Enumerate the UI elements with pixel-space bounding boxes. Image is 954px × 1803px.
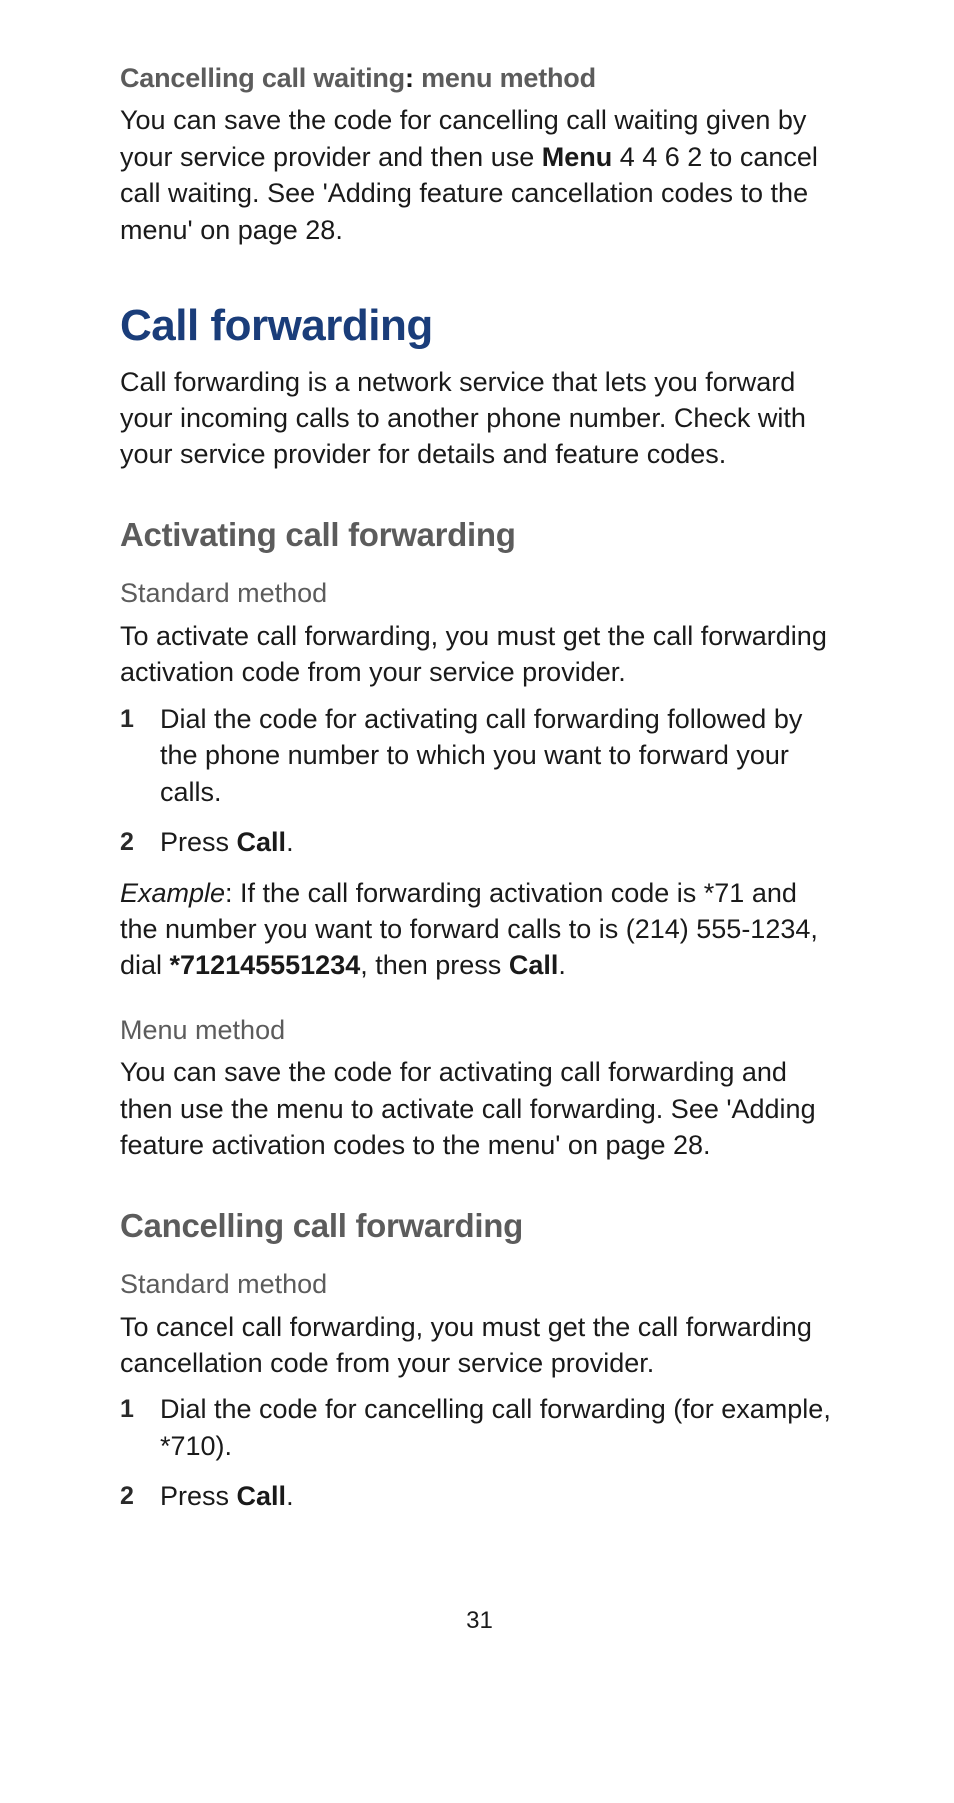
step-text: Press Call.: [160, 827, 294, 857]
para-menu-method: You can save the code for activating cal…: [120, 1054, 839, 1163]
example-label: Example: [120, 878, 225, 908]
text: .: [286, 827, 294, 857]
page-number: 31: [120, 1605, 839, 1637]
heading-activating-cf: Activating call forwarding: [120, 513, 839, 558]
para-cancel-call-waiting: You can save the code for cancelling cal…: [120, 102, 839, 248]
text: Press: [160, 827, 237, 857]
heading-text: Cancelling call waiting: [120, 63, 405, 93]
text: .: [558, 950, 566, 980]
heading-suffix: menu method: [421, 63, 596, 93]
para-cancel-intro: To cancel call forwarding, you must get …: [120, 1309, 839, 1382]
step-number: 2: [120, 826, 134, 860]
example-code: *712145551234: [170, 950, 361, 980]
list-item: 1 Dial the code for activating call forw…: [120, 701, 839, 810]
cancel-steps: 1 Dial the code for cancelling call forw…: [120, 1391, 839, 1514]
heading-colon: :: [405, 63, 421, 93]
text: , then press: [360, 950, 509, 980]
menu-label: Menu: [542, 142, 613, 172]
activate-steps: 1 Dial the code for activating call forw…: [120, 701, 839, 861]
para-activate-intro: To activate call forwarding, you must ge…: [120, 618, 839, 691]
heading-cancel-standard: Standard method: [120, 1266, 839, 1302]
call-label: Call: [237, 1481, 287, 1511]
para-example: Example: If the call forwarding activati…: [120, 875, 839, 984]
step-number: 2: [120, 1480, 134, 1514]
call-label: Call: [237, 827, 287, 857]
list-item: 1 Dial the code for cancelling call forw…: [120, 1391, 839, 1464]
list-item: 2 Press Call.: [120, 1478, 839, 1514]
step-number: 1: [120, 1393, 134, 1427]
call-label: Call: [509, 950, 559, 980]
heading-standard-method: Standard method: [120, 575, 839, 611]
heading-call-forwarding: Call forwarding: [120, 296, 839, 355]
heading-cancelling-cf: Cancelling call forwarding: [120, 1204, 839, 1249]
heading-menu-method: Menu method: [120, 1012, 839, 1048]
text: Press: [160, 1481, 237, 1511]
step-number: 1: [120, 703, 134, 737]
para-call-forwarding-intro: Call forwarding is a network service tha…: [120, 364, 839, 473]
step-text: Press Call.: [160, 1481, 294, 1511]
text: .: [286, 1481, 294, 1511]
step-text: Dial the code for cancelling call forwar…: [160, 1394, 831, 1460]
page-content: Cancelling call waiting: menu method You…: [0, 0, 954, 1637]
list-item: 2 Press Call.: [120, 824, 839, 860]
step-text: Dial the code for activating call forwar…: [160, 704, 802, 807]
heading-cancel-call-waiting-menu: Cancelling call waiting: menu method: [120, 60, 839, 96]
